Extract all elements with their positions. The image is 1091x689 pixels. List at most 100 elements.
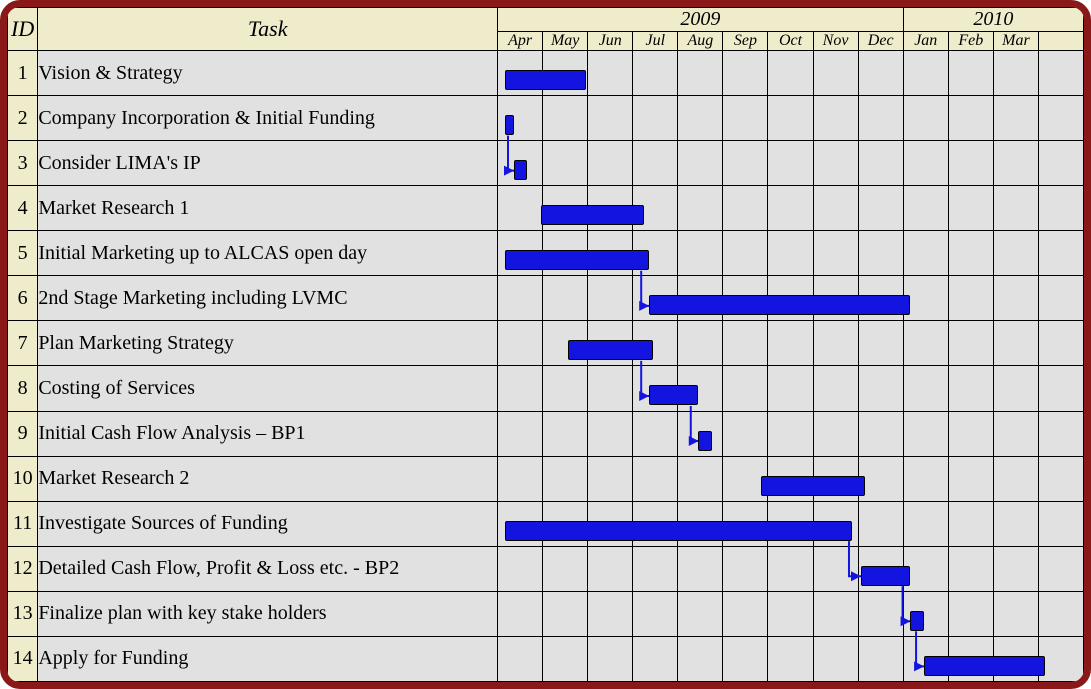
month-header: Oct [768,32,813,51]
gantt-cell [813,501,858,546]
gantt-cell [858,366,903,411]
gantt-cell [588,51,633,96]
gantt-cell [588,636,633,681]
month-header: Nov [813,32,858,51]
gantt-cell [993,366,1038,411]
month-header: Mar [993,32,1038,51]
gantt-cell [633,411,678,456]
month-header: Dec [858,32,903,51]
gantt-cell [993,51,1038,96]
gantt-cell [543,366,588,411]
gantt-cell [678,366,723,411]
gantt-cell [498,141,543,186]
gantt-cell [1038,456,1083,501]
gantt-cell [588,96,633,141]
gantt-cell [1038,501,1083,546]
gantt-cell [678,546,723,591]
gantt-cell [498,186,543,231]
month-header: Aug [678,32,723,51]
gantt-cell [903,501,948,546]
gantt-cell [813,231,858,276]
gantt-cell [498,636,543,681]
gantt-cell [903,141,948,186]
gantt-chart: IDTask20092010AprMayJunJulAugSepOctNovDe… [0,0,1091,689]
gantt-cell [588,366,633,411]
gantt-cell [498,231,543,276]
task-id-cell: 7 [8,321,38,366]
task-id-cell: 10 [8,456,38,501]
gantt-cell [903,186,948,231]
gantt-cell [993,456,1038,501]
gantt-cell [498,411,543,456]
gantt-cell [768,51,813,96]
gantt-cell [1038,231,1083,276]
task-name-cell: Costing of Services [38,366,498,411]
gantt-cell [543,186,588,231]
task-name-cell: Initial Cash Flow Analysis – BP1 [38,411,498,456]
gantt-cell [993,411,1038,456]
month-header: Jul [633,32,678,51]
task-name-cell: Detailed Cash Flow, Profit & Loss etc. -… [38,546,498,591]
gantt-cell [903,591,948,636]
task-name-cell: Company Incorporation & Initial Funding [38,96,498,141]
gantt-cell [543,456,588,501]
gantt-cell [1038,321,1083,366]
gantt-cell [498,366,543,411]
gantt-cell [723,96,768,141]
gantt-cell [768,546,813,591]
gantt-cell [678,636,723,681]
gantt-cell [633,456,678,501]
month-header: Jan [903,32,948,51]
gantt-cell [543,591,588,636]
gantt-cell [993,186,1038,231]
gantt-cell [678,276,723,321]
task-row: 12Detailed Cash Flow, Profit & Loss etc.… [8,546,1084,591]
gantt-cell [1038,96,1083,141]
gantt-cell [858,276,903,321]
task-row: 11Investigate Sources of Funding [8,501,1084,546]
gantt-cell [903,321,948,366]
gantt-cell [948,411,993,456]
task-row: 2Company Incorporation & Initial Funding [8,96,1084,141]
gantt-cell [903,51,948,96]
gantt-cell [543,276,588,321]
gantt-cell [813,276,858,321]
gantt-cell [723,186,768,231]
task-name-cell: Plan Marketing Strategy [38,321,498,366]
gantt-cell [903,276,948,321]
gantt-cell [813,96,858,141]
gantt-cell [633,501,678,546]
gantt-cell [633,186,678,231]
gantt-cell [543,411,588,456]
gantt-cell [813,321,858,366]
gantt-cell [498,321,543,366]
task-row: 14Apply for Funding [8,636,1084,681]
gantt-cell [633,591,678,636]
gantt-cell [948,501,993,546]
task-name-cell: Consider LIMA's IP [38,141,498,186]
gantt-cell [723,411,768,456]
gantt-cell [1038,141,1083,186]
gantt-cell [858,231,903,276]
gantt-cell [1038,411,1083,456]
task-row: 13Finalize plan with key stake holders [8,591,1084,636]
gantt-cell [498,546,543,591]
gantt-cell [993,501,1038,546]
gantt-cell [903,366,948,411]
task-id-cell: 9 [8,411,38,456]
task-row: 8Costing of Services [8,366,1084,411]
gantt-cell [723,456,768,501]
gantt-cell [1038,636,1083,681]
gantt-cell [768,141,813,186]
gantt-cell [768,276,813,321]
column-header-task: Task [38,8,498,51]
gantt-cell [1038,591,1083,636]
gantt-cell [948,321,993,366]
gantt-cell [948,546,993,591]
gantt-cell [633,141,678,186]
gantt-cell [588,591,633,636]
task-id-cell: 6 [8,276,38,321]
gantt-cell [678,51,723,96]
gantt-cell [723,276,768,321]
month-header: Apr [498,32,543,51]
